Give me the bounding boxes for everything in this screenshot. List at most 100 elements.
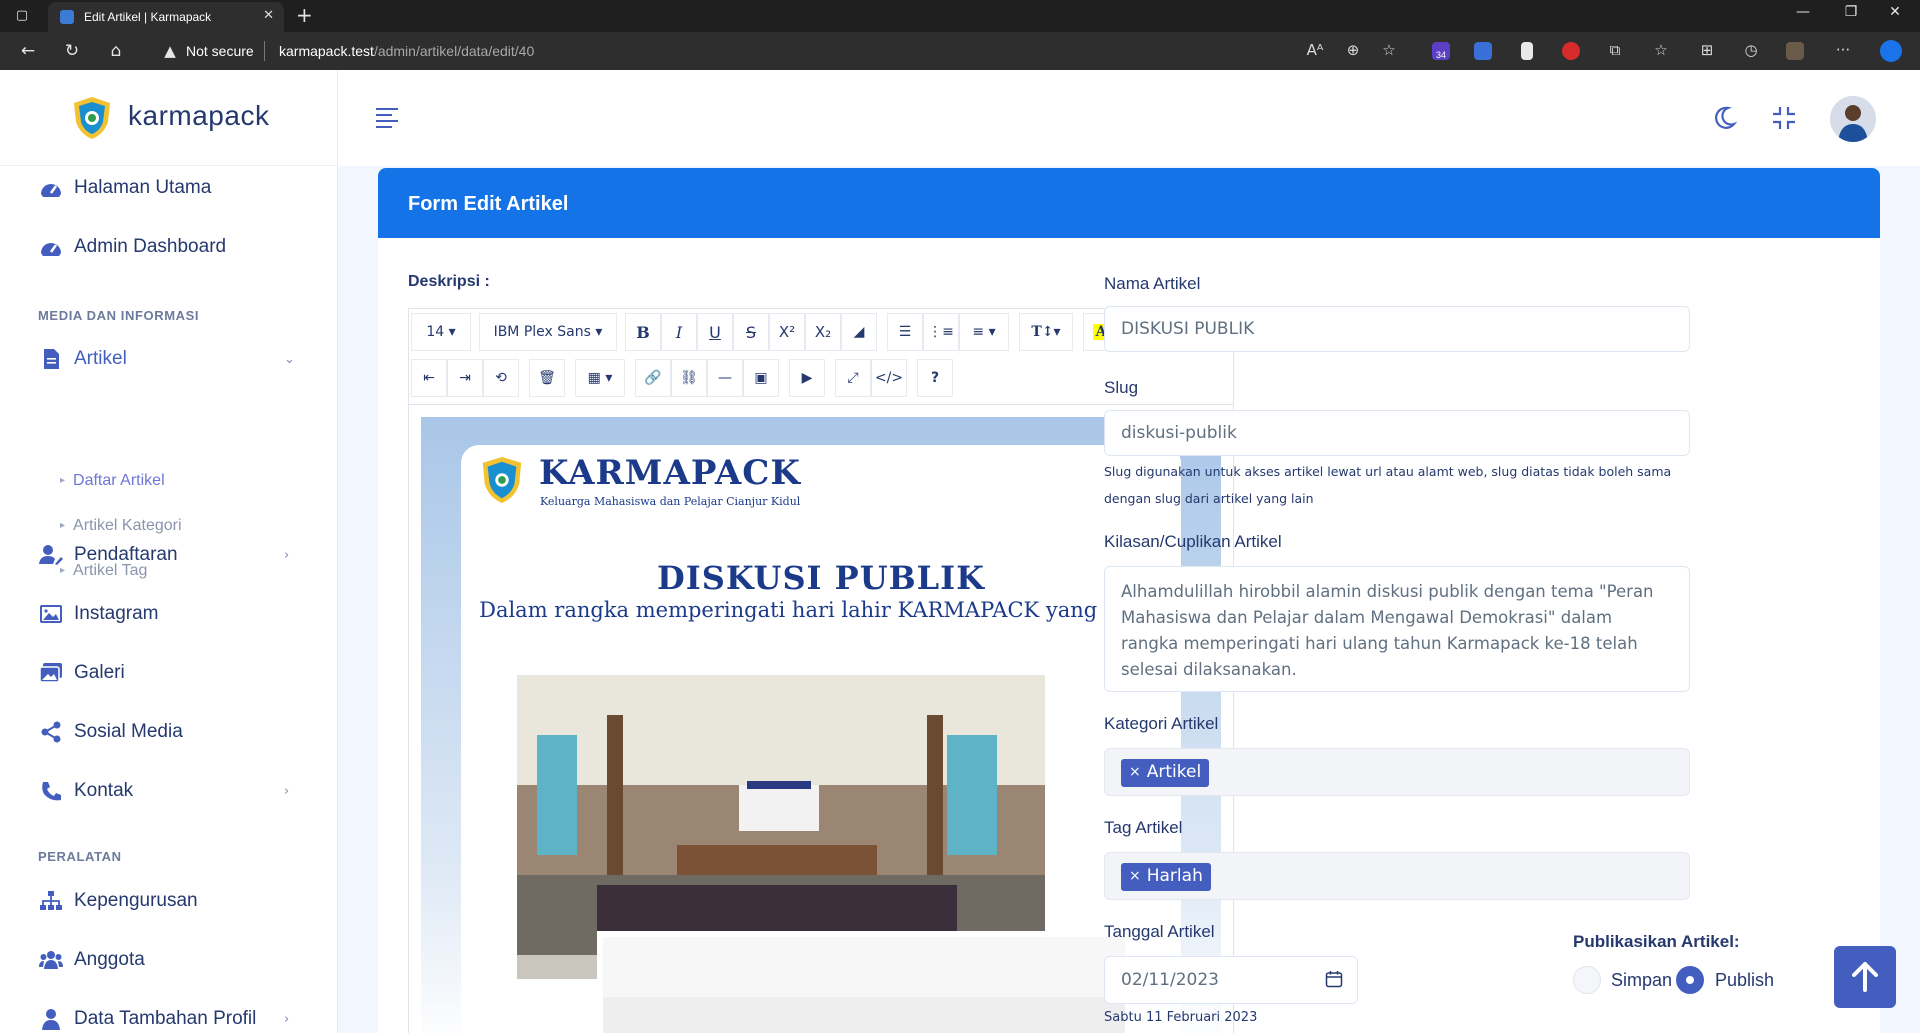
read-aloud-icon[interactable]: Aᴬ bbox=[1304, 41, 1326, 59]
tanggal-value: 02/11/2023 bbox=[1121, 970, 1219, 990]
unlink-icon[interactable]: ⛓ bbox=[671, 359, 707, 397]
favorite-add-icon[interactable]: ☆ bbox=[1378, 41, 1400, 59]
numbered-list-icon[interactable]: ⋮≡ bbox=[923, 313, 959, 351]
indent-right-icon[interactable]: ⇥ bbox=[447, 359, 483, 397]
kategori-chip[interactable]: × Artikel bbox=[1121, 759, 1210, 787]
menu-toggle-icon[interactable] bbox=[376, 108, 398, 128]
tab-close-icon[interactable]: ✕ bbox=[263, 8, 274, 23]
tanggal-input[interactable]: 02/11/2023 bbox=[1104, 956, 1358, 1004]
sidebar-item-kepengurusan[interactable]: Kepengurusan bbox=[38, 887, 198, 915]
refresh-icon[interactable]: ↻ bbox=[60, 41, 84, 61]
radio-publish-label[interactable]: Publish bbox=[1715, 970, 1774, 991]
sidebar-item-sosial-media[interactable]: Sosial Media bbox=[38, 718, 183, 746]
tanggal-help-text: Sabtu 11 Februari 2023 bbox=[1104, 1010, 1258, 1025]
remove-chip-icon[interactable]: × bbox=[1129, 868, 1141, 884]
tag-select[interactable]: × Harlah bbox=[1104, 852, 1690, 900]
tab-title: Edit Artikel | Karmapack bbox=[84, 10, 212, 24]
text-height-dropdown-icon[interactable]: T↕▾ bbox=[1019, 313, 1073, 351]
extension-icon[interactable]: 34 bbox=[1432, 42, 1450, 60]
moon-icon[interactable] bbox=[1710, 104, 1738, 132]
link-icon[interactable]: 🔗 bbox=[635, 359, 671, 397]
eraser-icon[interactable]: ◢ bbox=[841, 313, 877, 351]
images-icon bbox=[38, 662, 64, 684]
sidebar-item-label: Anggota bbox=[74, 949, 145, 970]
radio-publish[interactable] bbox=[1676, 966, 1704, 994]
favorites-icon[interactable]: ☆ bbox=[1650, 41, 1672, 59]
kilasan-textarea[interactable]: Alhamdulillah hirobbil alamin diskusi pu… bbox=[1104, 566, 1690, 692]
profile-icon[interactable] bbox=[1786, 42, 1804, 60]
sidebar-item-kontak[interactable]: Kontak › bbox=[38, 777, 289, 805]
sidebar-item-pendaftaran[interactable]: Pendaftaran › bbox=[38, 541, 289, 569]
sidebar-item-home[interactable]: Halaman Utama bbox=[38, 174, 211, 202]
table-dropdown-icon[interactable]: ▦ ▾ bbox=[575, 359, 625, 397]
zoom-icon[interactable]: ⊕ bbox=[1342, 41, 1364, 59]
editor-content[interactable]: KARMAPACK Keluarga Mahasiswa dan Pelajar… bbox=[421, 417, 1221, 1033]
sidebar-item-artikel[interactable]: Artikel ⌄ bbox=[38, 345, 295, 373]
collapse-icon[interactable] bbox=[1770, 104, 1798, 132]
tab-actions-icon[interactable]: ▢ bbox=[12, 6, 32, 26]
radio-simpan[interactable] bbox=[1573, 966, 1601, 994]
calendar-icon[interactable] bbox=[1325, 970, 1343, 988]
caret-icon: ▸ bbox=[60, 475, 66, 486]
new-tab-icon[interactable]: + bbox=[296, 4, 313, 26]
slug-input[interactable]: diskusi-publik bbox=[1104, 410, 1690, 456]
scroll-to-top-button[interactable] bbox=[1834, 946, 1896, 1008]
minimize-icon[interactable]: — bbox=[1788, 4, 1818, 20]
collections-icon[interactable]: ⊞ bbox=[1696, 41, 1718, 59]
indent-left-icon[interactable]: ⇤ bbox=[411, 359, 447, 397]
video-icon[interactable]: ▶ bbox=[789, 359, 825, 397]
avatar[interactable] bbox=[1830, 96, 1876, 142]
translate-extension-icon[interactable] bbox=[1474, 42, 1492, 60]
restore-icon[interactable]: ❐ bbox=[1836, 4, 1866, 20]
bold-icon[interactable]: B bbox=[625, 313, 661, 351]
help-icon[interactable]: ? bbox=[917, 359, 953, 397]
rotate-icon[interactable]: ⟲ bbox=[483, 359, 519, 397]
back-icon[interactable]: ← bbox=[16, 41, 40, 61]
font-family-dropdown[interactable]: IBM Plex Sans ▾ bbox=[479, 313, 617, 351]
home-icon[interactable]: ⌂ bbox=[104, 41, 128, 61]
security-label[interactable]: Not secure bbox=[186, 43, 254, 59]
record-extension-icon[interactable] bbox=[1562, 42, 1580, 60]
close-window-icon[interactable]: ✕ bbox=[1880, 4, 1910, 20]
sidebar-item-dashboard[interactable]: Admin Dashboard bbox=[38, 233, 226, 261]
warning-icon[interactable]: ▲ bbox=[161, 42, 179, 60]
italic-icon[interactable]: I bbox=[661, 313, 697, 351]
subscript-icon[interactable]: X₂ bbox=[805, 313, 841, 351]
submenu-daftar-artikel[interactable]: ▸ Daftar Artikel bbox=[60, 472, 165, 490]
picture-icon[interactable]: ▣ bbox=[743, 359, 779, 397]
bullet-list-icon[interactable]: ☰ bbox=[887, 313, 923, 351]
underline-icon[interactable]: U bbox=[697, 313, 733, 351]
more-icon[interactable]: ··· bbox=[1832, 41, 1854, 59]
strikethrough-icon[interactable]: S bbox=[733, 313, 769, 351]
browser-tab[interactable]: Edit Artikel | Karmapack ✕ bbox=[48, 2, 284, 32]
slug-help-text: Slug digunakan untuk akses artikel lewat… bbox=[1104, 464, 1672, 506]
horizontal-rule-icon[interactable]: — bbox=[707, 359, 743, 397]
tag-chip[interactable]: × Harlah bbox=[1121, 863, 1211, 891]
chevron-down-icon: ⌄ bbox=[284, 351, 295, 367]
kategori-select[interactable]: × Artikel bbox=[1104, 748, 1690, 796]
code-view-icon[interactable]: </> bbox=[871, 359, 907, 397]
radio-simpan-label[interactable]: Simpan bbox=[1611, 970, 1672, 991]
poster-image: KARMAPACK Keluarga Mahasiswa dan Pelajar… bbox=[461, 445, 1181, 1033]
sidebar-item-anggota[interactable]: Anggota bbox=[38, 946, 145, 974]
trash-icon[interactable]: 🗑 bbox=[529, 359, 565, 397]
font-size-dropdown[interactable]: 14 ▾ bbox=[411, 313, 471, 351]
remove-chip-icon[interactable]: × bbox=[1129, 764, 1141, 780]
user-edit-icon bbox=[38, 544, 64, 566]
history-icon[interactable]: ◷ bbox=[1740, 41, 1762, 59]
poster-tagline: Dalam rangka memperingati hari lahir KAR… bbox=[479, 598, 1163, 622]
fullscreen-icon[interactable]: ⤢ bbox=[835, 359, 871, 397]
puzzle-icon[interactable]: ⧉ bbox=[1604, 41, 1626, 59]
tanggal-label: Tanggal Artikel bbox=[1104, 922, 1215, 941]
sidebar-item-label: Instagram bbox=[74, 603, 159, 624]
sidebar-item-galeri[interactable]: Galeri bbox=[38, 659, 125, 687]
bing-icon[interactable] bbox=[1880, 40, 1902, 62]
sidebar-item-profil[interactable]: Data Tambahan Profil › bbox=[38, 1005, 289, 1033]
url-field[interactable]: karmapack.test/admin/artikel/data/edit/4… bbox=[279, 43, 534, 59]
nama-artikel-input[interactable]: DISKUSI PUBLIK bbox=[1104, 306, 1690, 352]
bookmark-extension-icon[interactable] bbox=[1521, 42, 1533, 60]
align-dropdown-icon[interactable]: ≡ ▾ bbox=[959, 313, 1009, 351]
sidebar-item-instagram[interactable]: Instagram bbox=[38, 600, 158, 628]
superscript-icon[interactable]: X² bbox=[769, 313, 805, 351]
submenu-artikel-kategori[interactable]: ▸ Artikel Kategori bbox=[60, 517, 182, 535]
